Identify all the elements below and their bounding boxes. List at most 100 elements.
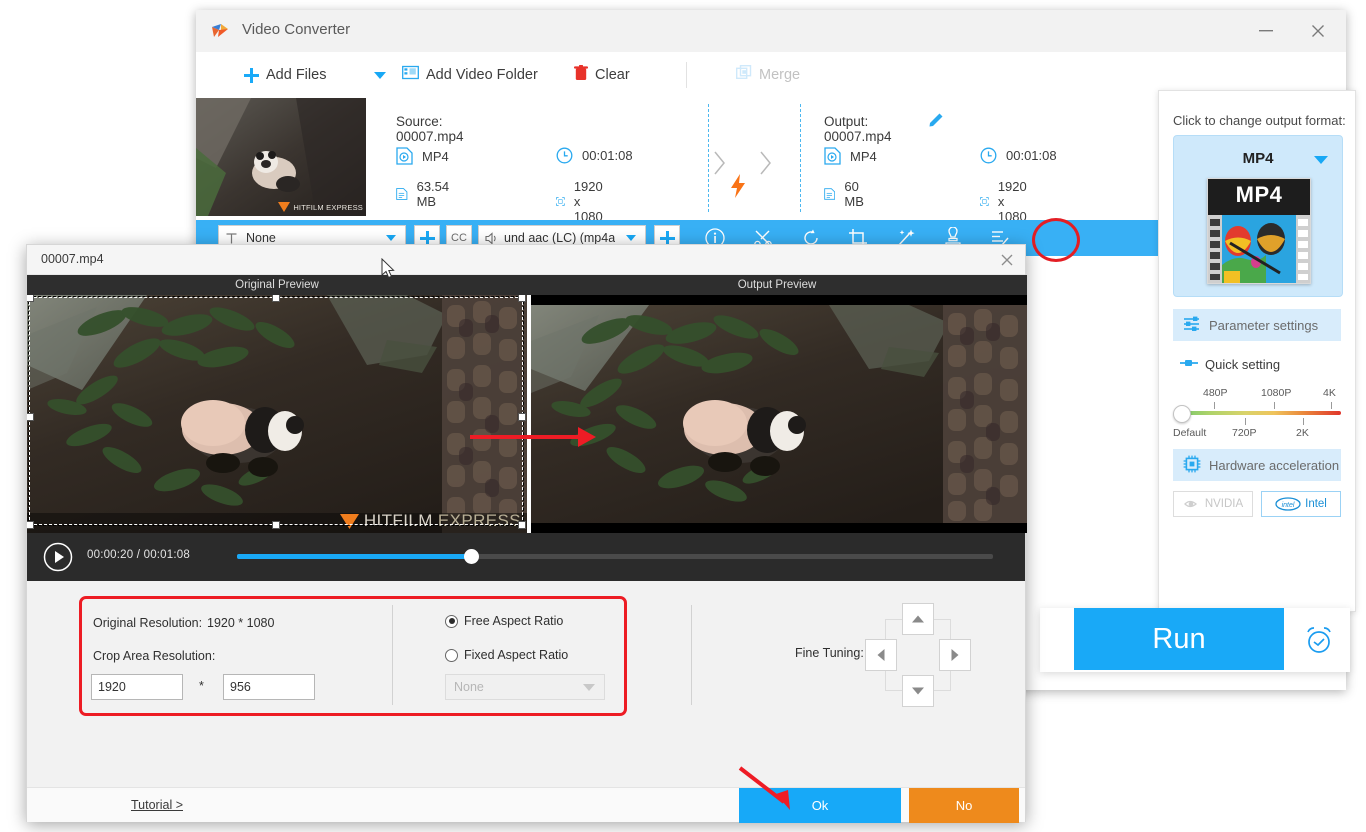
source-title: Source: 00007.mp4 [396,114,464,144]
play-icon[interactable] [43,542,73,572]
hardware-acceleration-button[interactable]: Hardware acceleration [1173,449,1341,481]
free-aspect-radio[interactable] [445,614,458,628]
mouse-cursor [381,257,395,284]
seek-handle[interactable] [464,549,480,564]
chevron-down-icon[interactable] [1314,156,1328,164]
crop-handle-ml[interactable] [27,413,34,421]
fine-tuning-left-button[interactable] [865,639,897,671]
svg-text:intel: intel [1282,502,1295,509]
free-aspect-ratio-option[interactable]: Free Aspect Ratio [445,614,563,628]
slider-label-480p: 480P [1203,387,1228,399]
left-arrow-icon [877,649,885,661]
crop-width-input[interactable]: 1920 [91,674,183,700]
clear-button[interactable]: Clear [574,52,630,98]
fixed-aspect-ratio-option[interactable]: Fixed Aspect Ratio [445,648,568,662]
crop-selection-marquee[interactable] [28,296,524,526]
quality-slider[interactable]: 480P 1080P 4K Default 720P 2K [1173,387,1343,447]
output-size-label: 60 MB [844,179,864,209]
output-duration: 00:01:08 [980,147,1057,164]
time-display: 00:00:20 / 00:01:08 [87,549,190,561]
gpu-nvidia-toggle[interactable]: NVIDIA [1173,491,1253,517]
crop-dialog-title-bar: 00007.mp4 [27,245,1025,275]
original-preview-label: Original Preview [27,275,527,295]
total-time: 00:01:08 [143,549,190,561]
run-button[interactable]: Run [1074,608,1284,670]
chevron-down-icon [626,235,636,241]
text-subtitle-icon [226,232,237,243]
crop-handle-bl[interactable] [27,521,34,529]
source-format-label: MP4 [422,148,449,164]
original-resolution-value: 1920 * 1080 [207,616,275,630]
annotation-arrow-preview [470,427,596,447]
pencil-icon[interactable] [928,112,944,133]
free-aspect-label: Free Aspect Ratio [464,614,564,628]
minimize-button[interactable] [1242,10,1290,52]
quick-setting-row[interactable]: Quick setting [1173,357,1280,372]
gpu-nvidia-label: NVIDIA [1204,498,1244,510]
fixed-aspect-label: Fixed Aspect Ratio [464,648,569,662]
no-button[interactable]: No [909,788,1019,823]
player-controls: 00:00:20 / 00:01:08 [27,533,1025,581]
crop-area-label: Crop Area Resolution: [93,649,216,663]
time-separator: / [136,549,141,561]
app-title: Video Converter [242,21,351,38]
slider-label-1080p: 1080P [1261,387,1292,399]
slider-tick-2k [1303,418,1304,425]
crop-handle-tc[interactable] [272,295,280,302]
close-button[interactable] [1294,10,1342,52]
down-arrow-icon [912,687,924,695]
seek-progress [237,554,472,559]
slider-knob[interactable] [1173,405,1191,423]
fine-tuning-up-button[interactable] [902,603,934,635]
output-resolution: 1920 x 1080 [980,179,1035,224]
aspect-ratio-select: None [445,674,605,700]
folder-video-icon [402,65,419,85]
parameter-settings-button[interactable]: Parameter settings [1173,309,1341,341]
subtitle-value: None [246,231,276,245]
fine-tuning-down-button[interactable] [902,675,934,707]
add-video-folder-button[interactable]: Add Video Folder [402,52,538,98]
output-resolution-label: 1920 x 1080 [997,179,1027,224]
fixed-aspect-radio[interactable] [445,648,458,662]
merge-button[interactable]: Merge [735,52,800,98]
source-resolution: 1920 x 1080 [556,179,611,224]
output-format-label: MP4 [850,148,877,164]
watermark: HITFILM EXPRESS [278,202,363,212]
output-title: Output: 00007.mp4 [824,114,892,144]
settings-divider-1 [392,605,393,705]
output-preview-label: Output Preview [527,275,1027,295]
output-format-card[interactable]: MP4 MP4 [1173,135,1343,297]
format-thumbnail: MP4 [1207,178,1311,284]
tutorial-link[interactable]: Tutorial > [131,798,183,812]
original-preview[interactable]: HITFILM EXPRESS [27,295,527,533]
add-files-button[interactable]: Add Files [244,52,326,98]
parameter-settings-label: Parameter settings [1209,317,1319,333]
source-size-label: 63.54 MB [416,179,450,209]
source-duration-label: 00:01:08 [582,148,633,163]
multiply-symbol: * [199,679,204,693]
chevron-right-icon-1 [712,148,728,183]
output-duration-label: 00:01:08 [1006,148,1057,163]
plus-icon [244,67,259,83]
crop-highlight-circle [1032,218,1080,262]
speaker-icon [485,231,496,245]
audio-value: und aac (LC) (mp4a [504,231,616,245]
crop-handle-bc[interactable] [272,521,280,529]
add-video-folder-label: Add Video Folder [426,67,538,83]
gpu-intel-toggle[interactable]: intel Intel [1261,491,1341,517]
hardware-acceleration-label: Hardware acceleration [1209,457,1340,473]
seek-bar[interactable] [237,549,993,564]
aspect-ratio-value: None [454,680,484,694]
crop-height-input[interactable]: 956 [223,674,315,700]
crop-handle-tl[interactable] [27,295,34,302]
crop-handle-br[interactable] [518,521,526,529]
fine-tuning-right-button[interactable] [939,639,971,671]
crop-handle-tr[interactable] [518,295,526,302]
crop-dialog-close-button[interactable] [995,248,1019,272]
sliders-icon [1183,316,1201,335]
alarm-clock-icon[interactable] [1302,623,1336,657]
crop-handle-mr[interactable] [518,413,526,421]
output-size: 60 MB [824,179,870,209]
add-files-dropdown[interactable] [374,52,386,98]
output-preview [531,295,1027,533]
